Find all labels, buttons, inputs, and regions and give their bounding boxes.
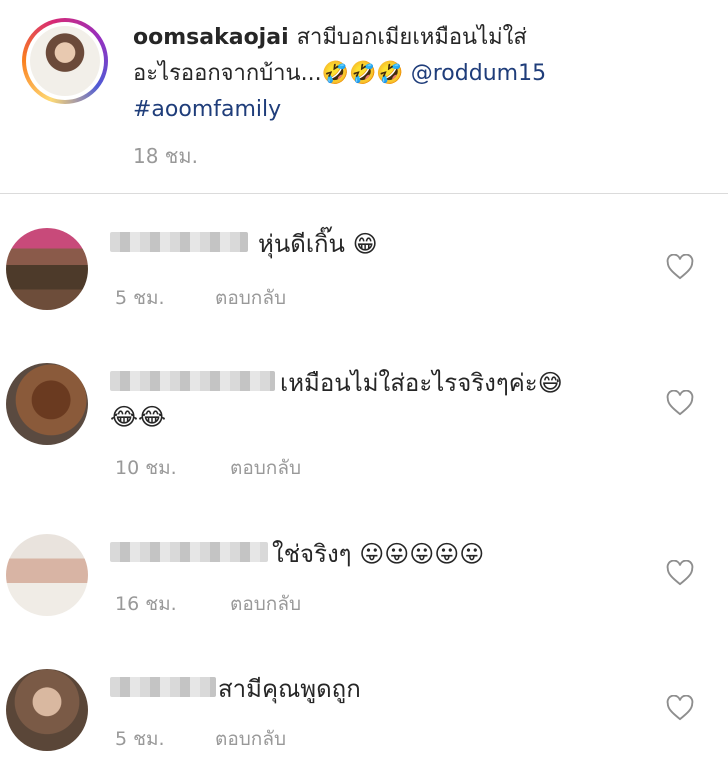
heart-icon[interactable]: [666, 254, 694, 280]
heart-icon[interactable]: [666, 560, 694, 586]
comment-emoji: 😅: [537, 369, 563, 397]
comment-text: เหมือนไม่ใส่อะไรจริงๆค่ะ😅: [280, 365, 563, 401]
commenter-username-blurred[interactable]: [110, 232, 248, 252]
reply-button[interactable]: ตอบกลับ: [230, 589, 301, 619]
comment-emoji-line2: 😂😂: [110, 403, 167, 431]
post-timestamp: 18 ชม.: [133, 144, 198, 168]
comment-timestamp: 5 ชม.: [115, 287, 165, 309]
comment-item: เหมือนไม่ใส่อะไรจริงๆค่ะ😅 😂😂 10 ชม. ตอบก…: [0, 363, 728, 483]
reply-button[interactable]: ตอบกลับ: [215, 283, 286, 313]
comment-timestamp: 10 ชม.: [115, 457, 177, 479]
reply-button[interactable]: ตอบกลับ: [215, 724, 286, 754]
reply-button[interactable]: ตอบกลับ: [230, 453, 301, 483]
commenter-username-blurred[interactable]: [110, 542, 268, 562]
caption-text-line2: อะไรออกจากบ้าน...: [133, 61, 322, 86]
commenter-avatar[interactable]: [6, 534, 88, 616]
heart-icon[interactable]: [666, 390, 694, 416]
commenter-username-blurred[interactable]: [110, 371, 275, 391]
commenter-username-blurred[interactable]: [110, 677, 216, 697]
commenter-avatar[interactable]: [6, 669, 88, 751]
commenter-avatar[interactable]: [6, 228, 88, 310]
caption-text-line1: สามีบอกเมียเหมือนไม่ใส่: [296, 25, 527, 50]
comment-item: สามีคุณพูดถูก 5 ชม. ตอบกลับ: [0, 669, 728, 769]
comment-timestamp: 5 ชม.: [115, 728, 165, 750]
comment-item: ใช่จริงๆ 😛😛😛😛😛 16 ชม. ตอบกลับ: [0, 534, 728, 634]
comment-text: ใช่จริงๆ 😛😛😛😛😛: [272, 536, 484, 572]
comment-body: สามีคุณพูดถูก: [218, 675, 361, 703]
comment-body: หุ่นดีเกิ๊น: [258, 230, 345, 258]
comment-item: หุ่นดีเกิ๊น 😁 5 ชม. ตอบกลับ: [0, 228, 728, 328]
commenter-avatar[interactable]: [6, 363, 88, 445]
comment-body: ใช่จริงๆ: [272, 540, 352, 568]
caption-emojis: 🤣🤣🤣: [321, 61, 404, 86]
post-author-avatar[interactable]: [22, 18, 108, 104]
profile-photo: [30, 26, 100, 96]
mention-link[interactable]: @roddum15: [411, 61, 546, 86]
comment-body: เหมือนไม่ใส่อะไรจริงๆค่ะ: [280, 369, 538, 397]
post-header: oomsakaojai สามีบอกเมียเหมือนไม่ใส่ อะไรอ…: [0, 0, 728, 194]
comment-text: สามีคุณพูดถูก: [218, 671, 361, 707]
post-caption: oomsakaojai สามีบอกเมียเหมือนไม่ใส่ อะไรอ…: [133, 20, 713, 128]
comment-text: หุ่นดีเกิ๊น 😁: [258, 226, 378, 262]
post-username[interactable]: oomsakaojai: [133, 25, 289, 50]
comment-emoji: 😛😛😛😛😛: [359, 540, 485, 568]
heart-icon[interactable]: [666, 695, 694, 721]
comment-emoji: 😁: [352, 230, 378, 258]
comment-timestamp: 16 ชม.: [115, 593, 177, 615]
divider: [0, 193, 728, 194]
hashtag-link[interactable]: #aoomfamily: [133, 97, 281, 122]
